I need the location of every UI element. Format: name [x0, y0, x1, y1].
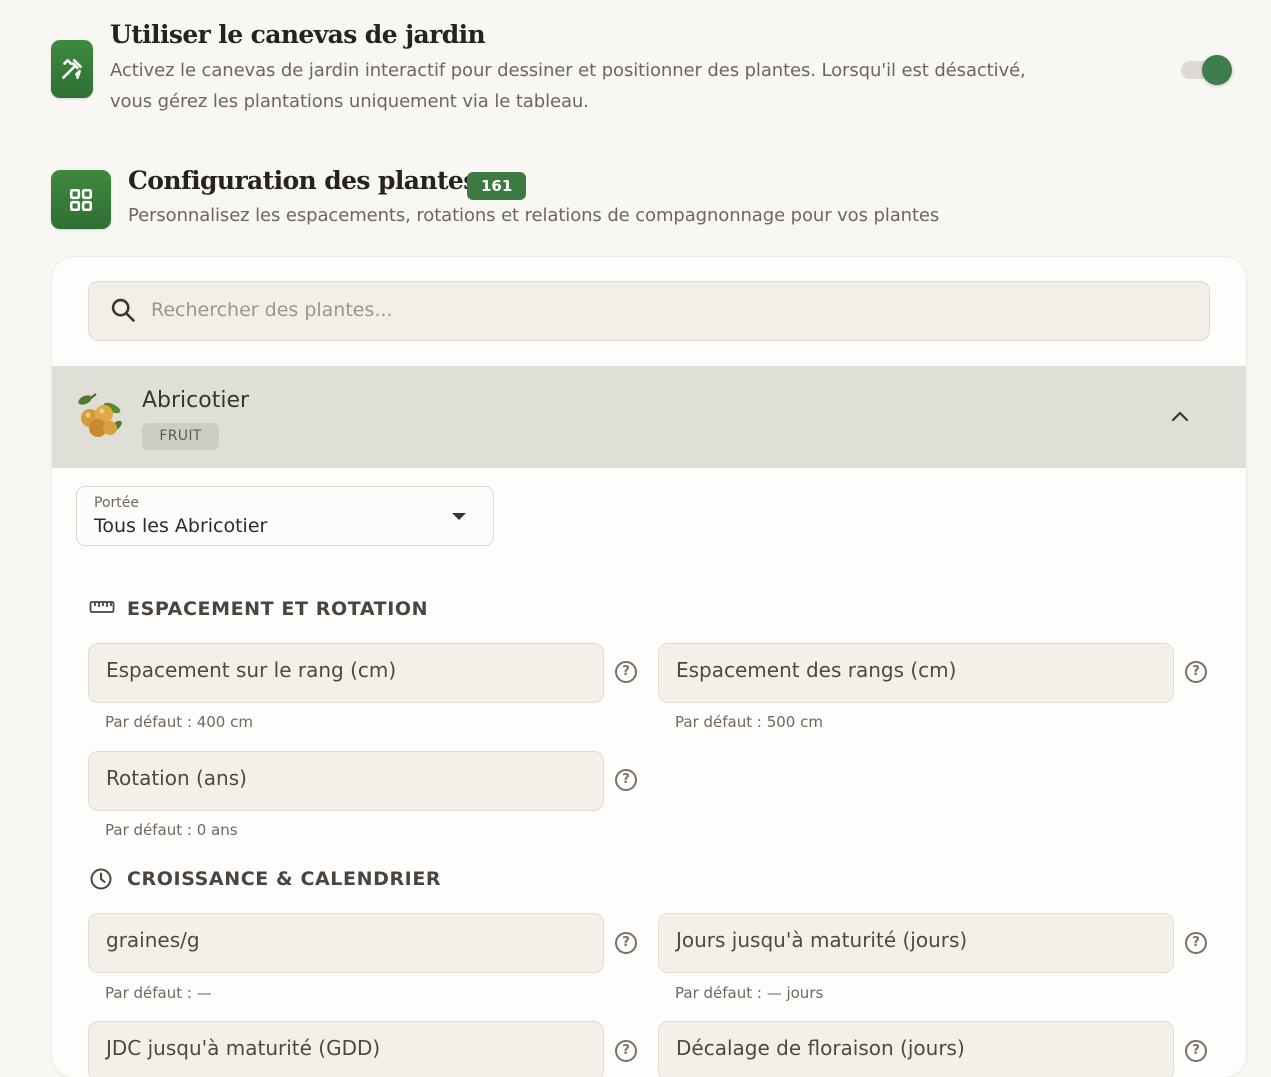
canvas-description-line-1: Activez le canevas de jardin interactif …: [110, 60, 1026, 81]
row-spacing-hint: Par défaut : 500 cm: [675, 713, 823, 731]
pencil-ruler-icon: [51, 40, 93, 98]
clock-icon: [89, 867, 113, 895]
search-input[interactable]: Rechercher des plantes...: [151, 299, 393, 321]
canvas-toggle[interactable]: [1181, 53, 1235, 87]
rotation-hint: Par défaut : 0 ans: [105, 821, 238, 839]
plant-config-title: Configuration des plantes: [128, 166, 477, 195]
rotation-input[interactable]: Rotation (ans): [88, 751, 604, 811]
apricot-icon: [76, 390, 124, 444]
field-label: JDC jusqu'à maturité (GDD): [106, 1036, 381, 1060]
ruler-icon: [89, 599, 115, 619]
toggle-knob: [1202, 55, 1232, 85]
field-label: Décalage de floraison (jours): [676, 1036, 965, 1060]
canvas-setting-title: Utiliser le canevas de jardin: [110, 20, 486, 49]
plant-count-badge: 161: [467, 172, 527, 200]
scope-value: Tous les Abricotier: [94, 515, 268, 537]
seeds-per-gram-hint: Par défaut : —: [105, 984, 212, 1002]
help-icon[interactable]: ?: [615, 932, 637, 954]
in-row-spacing-input[interactable]: Espacement sur le rang (cm): [88, 643, 604, 703]
plant-config-description: Personnalisez les espacements, rotations…: [128, 205, 940, 226]
growth-section-title: CROISSANCE & CALENDRIER: [127, 868, 442, 890]
caret-down-icon: [452, 513, 466, 520]
seeds-per-gram-input[interactable]: graines/g: [88, 913, 604, 973]
field-label: Espacement sur le rang (cm): [106, 658, 397, 682]
days-to-maturity-hint: Par défaut : — jours: [675, 984, 824, 1002]
help-icon[interactable]: ?: [615, 1040, 637, 1062]
help-icon[interactable]: ?: [615, 769, 637, 791]
flowering-offset-input[interactable]: Décalage de floraison (jours): [658, 1021, 1174, 1077]
help-icon[interactable]: ?: [1185, 661, 1207, 683]
spacing-section-title: ESPACEMENT ET ROTATION: [127, 598, 429, 620]
in-row-spacing-hint: Par défaut : 400 cm: [105, 713, 253, 731]
category-badge: FRUIT: [142, 423, 219, 450]
gdd-to-maturity-input[interactable]: JDC jusqu'à maturité (GDD): [88, 1021, 604, 1077]
scope-select[interactable]: Portée Tous les Abricotier: [76, 486, 494, 546]
chevron-up-icon[interactable]: [1170, 408, 1190, 427]
days-to-maturity-input[interactable]: Jours jusqu'à maturité (jours): [658, 913, 1174, 973]
plant-config-card: Rechercher des plantes... Abricotier FRU…: [52, 257, 1246, 1077]
canvas-setting-description: Activez le canevas de jardin interactif …: [110, 55, 1150, 117]
search-box[interactable]: Rechercher des plantes...: [88, 281, 1210, 341]
scope-label: Portée: [94, 495, 139, 511]
field-label: Jours jusqu'à maturité (jours): [676, 928, 968, 952]
field-label: Espacement des rangs (cm): [676, 658, 957, 682]
plant-name: Abricotier: [142, 388, 250, 413]
row-spacing-input[interactable]: Espacement des rangs (cm): [658, 643, 1174, 703]
grid-icon: [51, 170, 111, 229]
canvas-description-line-2: vous gérez les plantations uniquement vi…: [110, 91, 589, 112]
plant-row-abricotier[interactable]: Abricotier FRUIT: [52, 366, 1246, 468]
field-label: graines/g: [106, 928, 200, 952]
help-icon[interactable]: ?: [1185, 932, 1207, 954]
search-icon: [109, 296, 137, 328]
help-icon[interactable]: ?: [615, 661, 637, 683]
field-label: Rotation (ans): [106, 766, 247, 790]
help-icon[interactable]: ?: [1185, 1040, 1207, 1062]
